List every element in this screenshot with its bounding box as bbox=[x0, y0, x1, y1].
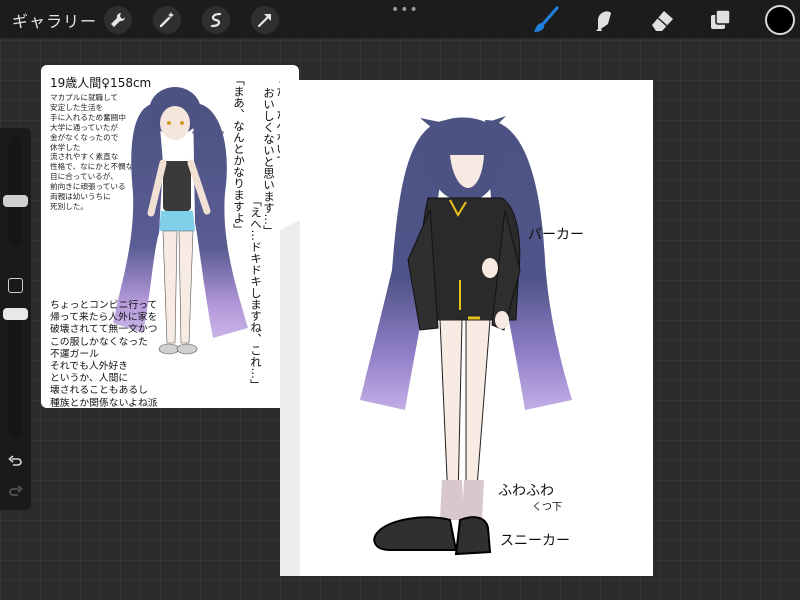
undo-icon[interactable] bbox=[8, 454, 23, 469]
backstory-line: 帰って来たら人外に家を bbox=[50, 312, 158, 324]
color-picker-button[interactable] bbox=[765, 5, 795, 35]
redo-icon[interactable] bbox=[8, 484, 23, 499]
socks-note-1: ふわふわ bbox=[498, 483, 554, 499]
layers-button[interactable] bbox=[705, 5, 735, 35]
backstory-line: 壊されることもあるし bbox=[50, 385, 148, 397]
more-options-icon[interactable]: ••• bbox=[391, 2, 419, 18]
top-toolbar: ギャラリー ••• bbox=[0, 0, 800, 38]
sneakers-note: スニーカー bbox=[500, 533, 570, 549]
smudge-icon bbox=[596, 11, 611, 31]
backstory-line: 種族とか関係ないよね派 bbox=[50, 397, 158, 408]
brush-size-handle[interactable] bbox=[3, 194, 28, 207]
reference-window[interactable]: 19歳人間♀158cm マカプルに就職して 安定した生活を 手に入れるため奮闘中 大学… bbox=[41, 65, 299, 408]
selection-icon bbox=[210, 12, 222, 28]
magic-wand-icon bbox=[159, 12, 174, 28]
speech-quote-3: 「えへ…ドキドキしますね、これ…」 bbox=[249, 195, 263, 391]
arrow-cursor-icon bbox=[257, 13, 272, 28]
opacity-handle[interactable] bbox=[3, 308, 28, 320]
gallery-button[interactable]: ギャラリー bbox=[12, 8, 97, 32]
modify-button[interactable] bbox=[8, 278, 23, 293]
character-backstory: ちょっとコンビニ行って 帰って来たら人外に家を 破壊されてて無一文かつ この服しかなく… bbox=[50, 300, 165, 408]
backstory-line: ちょっとコンビニ行って bbox=[50, 300, 158, 311]
speech-quote-1: 「まあ、なんとかなりますよ」 bbox=[232, 74, 246, 235]
opacity-slider[interactable] bbox=[3, 308, 28, 438]
selection-button[interactable] bbox=[202, 6, 230, 34]
character-outfit-sketch bbox=[280, 116, 572, 576]
backstory-line: 不運ガール bbox=[50, 348, 99, 360]
backstory-line: 破壊されてて無一文かつ bbox=[50, 324, 158, 336]
speech-quote-2b: おいしくないと思います…」 bbox=[262, 87, 276, 237]
drawing-canvas[interactable]: パーカー ふわふわ くつ下 スニーカー bbox=[280, 80, 653, 576]
socks-note-2: くつ下 bbox=[532, 502, 562, 513]
backstory-line: それでも人外好き bbox=[50, 361, 129, 373]
actions-button[interactable] bbox=[104, 6, 132, 34]
eraser-icon bbox=[652, 11, 673, 31]
transform-button[interactable] bbox=[251, 6, 279, 34]
wrench-icon bbox=[111, 12, 126, 27]
left-sidebar bbox=[0, 128, 31, 510]
layers-icon bbox=[711, 9, 731, 29]
smudge-button[interactable] bbox=[588, 5, 618, 35]
eraser-button[interactable] bbox=[647, 5, 677, 35]
brush-button[interactable] bbox=[530, 5, 560, 35]
backstory-line: というか、人間に bbox=[50, 373, 129, 385]
adjustments-button[interactable] bbox=[153, 6, 181, 34]
brush-size-slider[interactable] bbox=[3, 136, 28, 246]
backstory-line: この服しかなくなった bbox=[50, 336, 148, 348]
parka-note: パーカー bbox=[528, 227, 584, 243]
brush-icon bbox=[534, 6, 559, 32]
